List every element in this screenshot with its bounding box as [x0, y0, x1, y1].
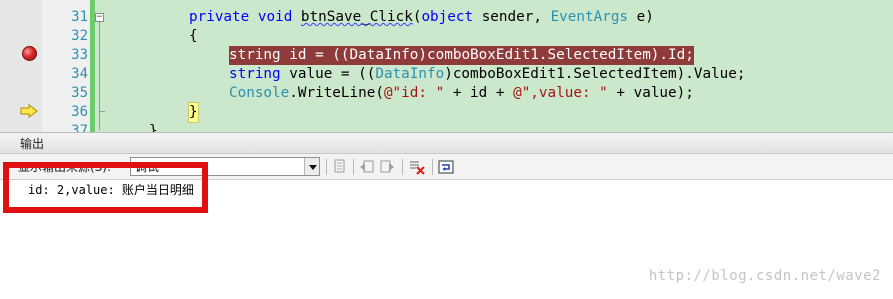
toggle-word-wrap-icon[interactable]: [437, 158, 455, 176]
find-message-icon[interactable]: [331, 158, 349, 176]
current-execution-arrow-icon: [20, 104, 38, 118]
line-number: 30: [42, 0, 90, 6]
code-line-breakpoint: 33 string id = ((DataInfo)comboBoxEdit1.…: [0, 46, 893, 65]
toolbar-separator: [432, 159, 433, 175]
breakpoint-highlighted-code[interactable]: string id = ((DataInfo)comboBoxEdit1.Sel…: [229, 46, 694, 65]
line-number: 32: [71, 28, 88, 44]
code-line: 30: [0, 0, 893, 6]
code-editor[interactable]: − 30 31 private void btnSave_Click(objec…: [0, 0, 893, 132]
annotation-highlight-box: [3, 162, 208, 213]
current-statement-highlight[interactable]: }: [188, 102, 199, 123]
line-number: 37: [71, 123, 88, 132]
code-line: 37 }: [0, 122, 893, 132]
line-number: 36: [71, 104, 88, 120]
code-line-current: 36 }: [0, 102, 893, 123]
go-previous-icon[interactable]: [358, 158, 376, 176]
output-panel-header[interactable]: 输出: [0, 132, 893, 154]
code-line: 32 {: [0, 27, 893, 46]
code-line: 35 Console.WriteLine(@"id: " + id + @",v…: [0, 84, 893, 103]
line-number: 34: [71, 66, 88, 82]
chevron-down-icon[interactable]: [304, 158, 319, 175]
line-number: 35: [71, 85, 88, 101]
panel-title: 输出: [20, 137, 45, 151]
code-line: 34 string value = ((DataInfo)comboBoxEdi…: [0, 65, 893, 84]
go-next-icon[interactable]: [378, 158, 396, 176]
breakpoint-icon[interactable]: [22, 46, 37, 61]
code-text[interactable]: {: [189, 27, 198, 46]
toolbar-separator: [353, 159, 354, 175]
clear-all-icon[interactable]: [408, 158, 426, 176]
code-text[interactable]: string value = ((DataInfo)comboBoxEdit1.…: [229, 65, 745, 84]
watermark-text: http://blog.csdn.net/wave2: [648, 268, 881, 284]
toolbar-separator: [326, 159, 327, 175]
line-number: 31: [71, 9, 88, 25]
code-text[interactable]: }: [149, 122, 158, 132]
toolbar-separator: [402, 159, 403, 175]
code-line: 31 private void btnSave_Click(object sen…: [0, 8, 893, 27]
code-text[interactable]: private void btnSave_Click(object sender…: [189, 8, 654, 27]
line-number: 33: [71, 47, 88, 63]
code-text[interactable]: Console.WriteLine(@"id: " + id + @",valu…: [229, 84, 694, 103]
